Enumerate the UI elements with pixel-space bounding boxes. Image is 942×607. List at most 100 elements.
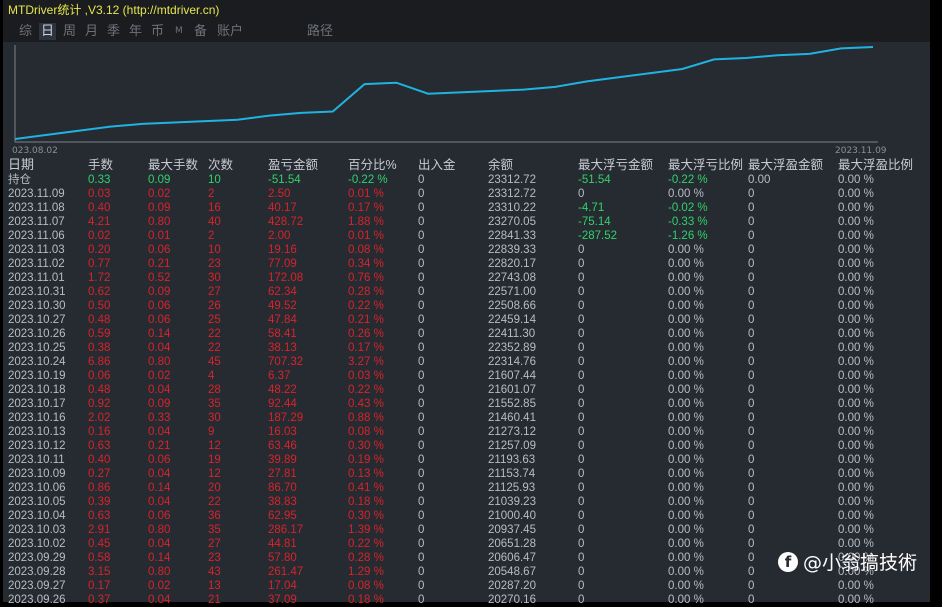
cell: 2023.10.18 [8,384,66,396]
cell: 2023.10.24 [8,356,66,368]
cell: 0.06 [148,314,171,326]
cell: 0.80 [148,566,171,578]
cell: 0 [418,188,425,200]
cell: 0 [418,566,425,578]
cell: 0 [418,230,425,242]
cell: 0.80 [148,216,171,228]
cell: 28 [208,384,221,396]
cell: 最大浮盈比例 [838,158,914,172]
tab-0[interactable]: 综 [17,23,34,40]
cell: 47.84 [268,314,297,326]
cell: 0.02 [88,230,111,242]
cell: 20651.28 [488,538,536,550]
cell: 19.16 [268,244,297,256]
cell: 261.47 [268,566,304,578]
cell: 0 [578,412,585,424]
tab-7[interactable]: M [173,23,185,40]
cell: 20937.45 [488,524,536,536]
cell: 3.15 [88,566,111,578]
tab-8[interactable]: 备 [192,23,209,40]
cell: 0 [578,398,585,410]
table-row: 2023.10.31 0.62 0.09 27 62.34 0.28 % 0 22571.00… [3,285,930,299]
cell: 0.04 [148,538,171,550]
tab-4[interactable]: 季 [105,23,122,40]
cell: 0 [578,272,585,284]
cell: 0.17 % [348,202,384,214]
cell: 36 [208,510,221,522]
cell: 0 [748,384,755,396]
cell: 0 [748,300,755,312]
table-row: 2023.10.03 2.91 0.80 35 286.17 1.39 % 0 20937.4… [3,523,930,537]
watermark-text: @小翁搞技術 [803,552,918,574]
cell: 0.22 % [348,300,384,312]
cell: 0.00 % [668,258,704,270]
cell: 2023.10.27 [8,314,66,326]
cell: 0.40 [88,454,111,466]
cell: 0 [748,440,755,452]
cell: 2023.10.11 [8,454,65,466]
cell: 0.00 % [668,272,704,284]
cell: 2023.10.26 [8,328,66,340]
cell: 最大浮亏金额 [578,158,654,172]
cell: 2023.10.09 [8,468,66,480]
cell: 0.63 [88,510,111,522]
cell: 0.34 % [348,258,384,270]
cell: 0.06 [88,370,111,382]
table-row: 2023.10.11 0.40 0.06 19 39.89 0.19 % 0 21193.63… [3,453,930,467]
cell: 0 [748,454,755,466]
cell: 12 [208,440,221,452]
cell: -0.33 % [668,216,708,228]
cell: 盈亏金额 [268,158,319,172]
cell: 6.37 [268,370,291,382]
table-row: 2023.09.27 0.17 0.02 13 17.04 0.08 % 0 20287.20… [3,579,930,593]
cell: 40.17 [268,202,297,214]
cell: 187.29 [268,412,304,424]
tab-9[interactable]: 账户 [215,23,245,40]
side-chart-strip [930,0,942,602]
cell: 0 [418,286,425,298]
tab-2[interactable]: 周 [61,23,78,40]
cell: 0.00 % [668,244,704,256]
cell: 0 [578,524,585,536]
cell: 2.50 [268,188,291,200]
tab-3[interactable]: 月 [83,23,100,40]
table-row: 2023.10.09 0.27 0.04 12 27.81 0.13 % 0 21153.74… [3,467,930,481]
cell: 27.81 [268,468,297,480]
cell: 0.00 % [668,552,704,564]
cell: 10 [208,174,221,186]
tab-10[interactable]: 路径 [305,23,335,40]
cell: 0.06 [148,300,171,312]
cell: 2023.10.17 [8,398,66,410]
cell: 0.00 % [668,370,704,382]
cell: 21 [208,594,221,606]
tab-5[interactable]: 年 [127,23,144,40]
table-row: 2023.11.07 4.21 0.80 40 428.72 1.88 % 0 23270.0… [3,215,930,229]
cell: 0 [578,510,585,522]
cell: 0 [418,524,425,536]
cell: 0.00 % [838,230,874,242]
cell: 0.00 % [838,412,874,424]
cell: 0.80 [148,356,171,368]
cell: 0 [418,328,425,340]
cell: 0.01 % [348,188,384,200]
cell: 0 [418,272,425,284]
cell: -0.22 % [668,174,708,186]
cell: 0.18 % [348,594,384,606]
cell: 0.00 % [668,482,704,494]
cell: 0.02 [148,370,171,382]
cell: 0.00 % [668,286,704,298]
cell: 0.02 [148,188,171,200]
cell: 19 [208,454,221,466]
cell: 2023.11.03 [8,244,65,256]
tab-6[interactable]: 币 [149,23,166,40]
cell: 0 [578,384,585,396]
cell: 0.00 % [838,468,874,480]
cell: 23270.05 [488,216,536,228]
cell: 0.88 % [348,412,384,424]
tab-1[interactable]: 日 [39,23,57,40]
cell: 0.17 [88,580,111,592]
cell: 0.00 % [838,216,874,228]
cell: 2 [208,230,215,242]
cell: 2023.09.28 [8,566,66,578]
cell: 21125.93 [488,482,536,494]
